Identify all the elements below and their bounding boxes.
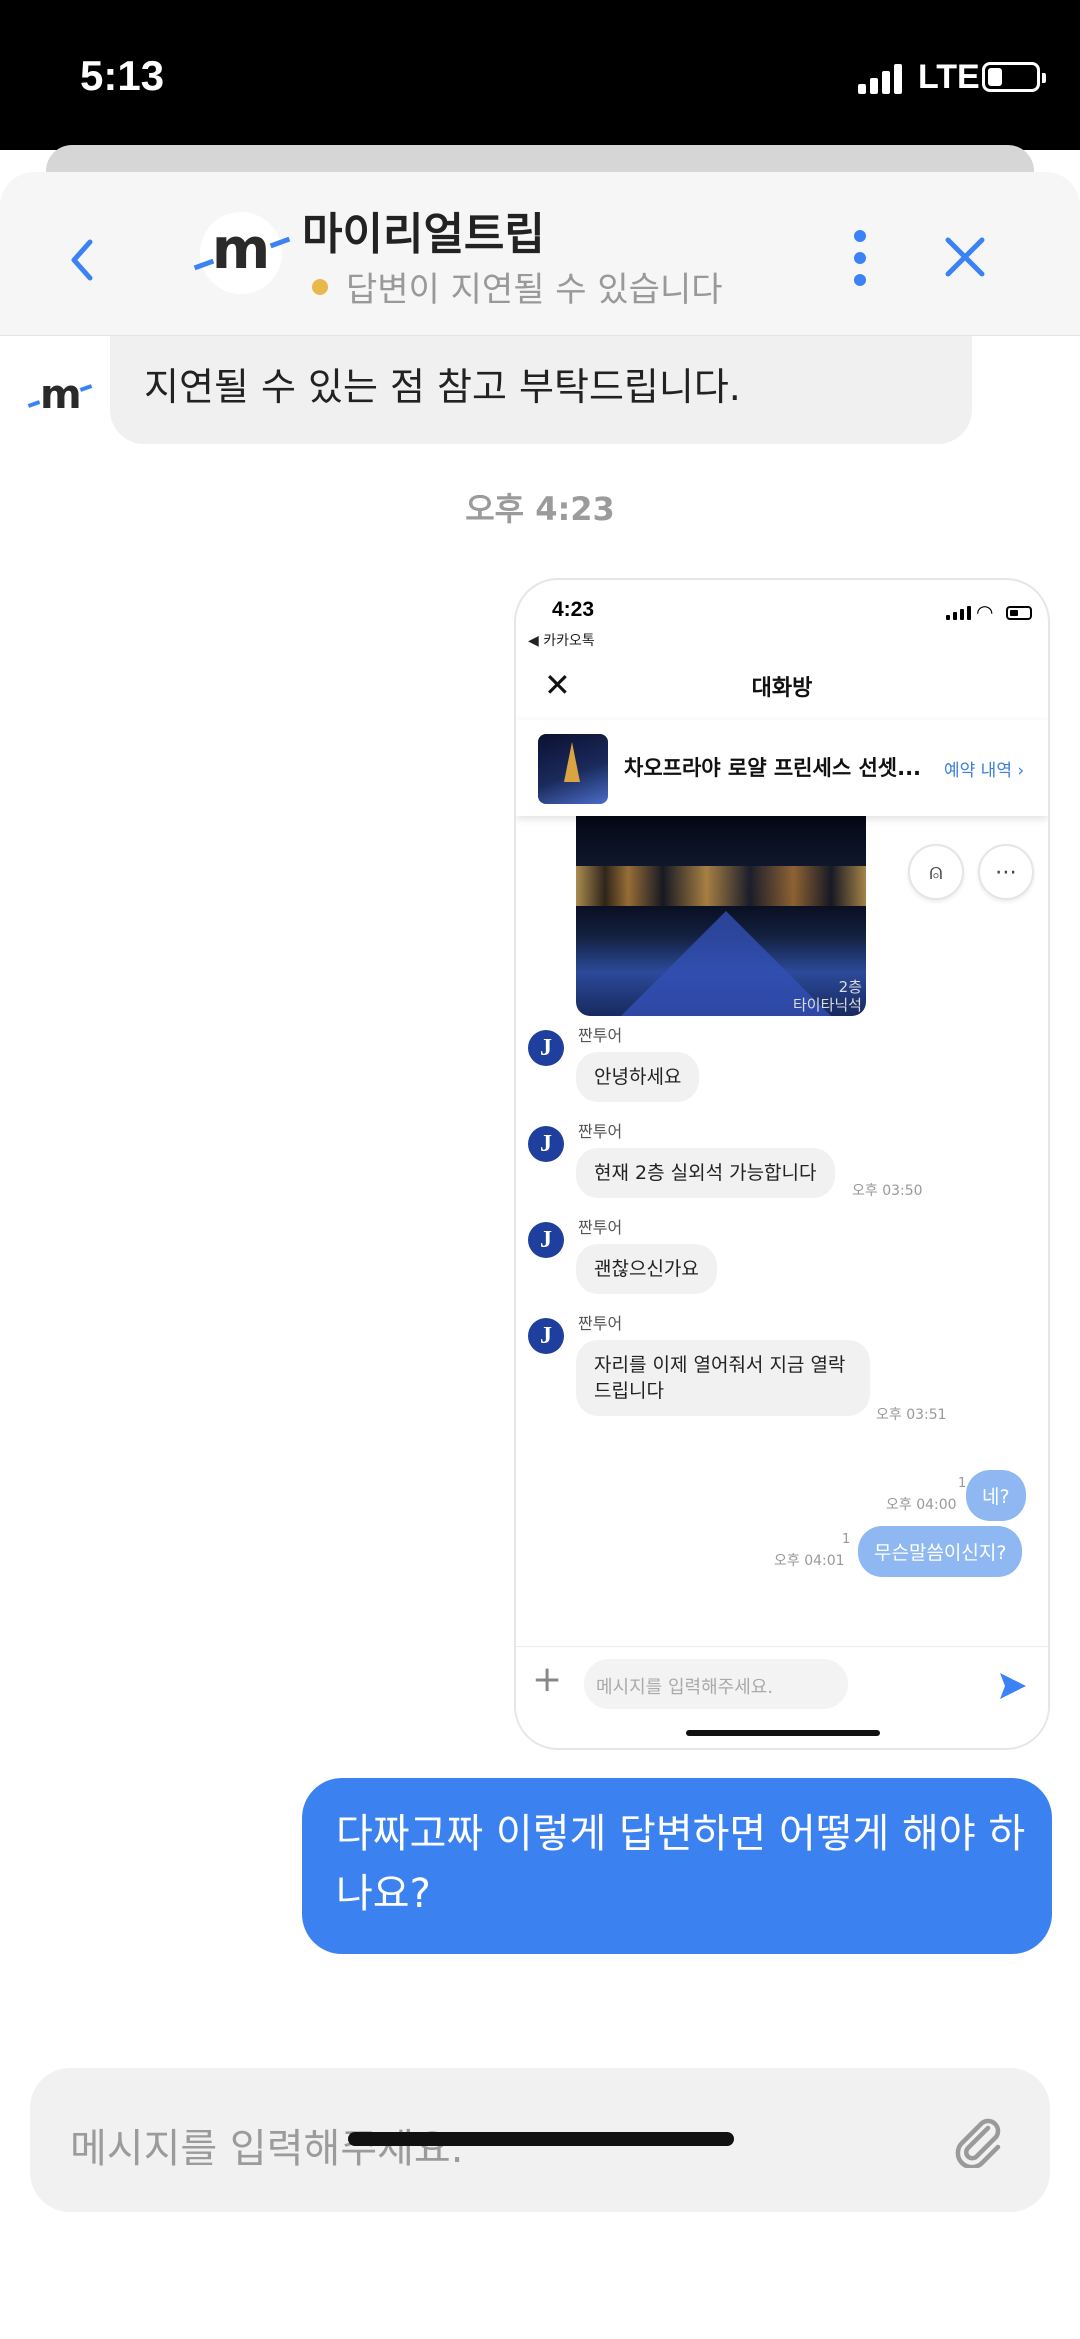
more-options-button[interactable] bbox=[846, 228, 876, 288]
screenshot-signal-icon bbox=[946, 606, 972, 620]
screenshot-send-icon bbox=[1000, 1673, 1026, 1699]
screenshot-message-bubble: 현재 2층 실외석 가능합니다 bbox=[576, 1148, 835, 1198]
chevron-left-icon bbox=[71, 239, 93, 281]
screenshot-message-time: 오후 03:51 bbox=[876, 1407, 947, 1423]
close-button[interactable] bbox=[940, 232, 990, 282]
screenshot-wifi-icon: ◠ bbox=[976, 600, 994, 624]
screenshot-read-count: 1 bbox=[958, 1476, 967, 1491]
avatar-letter: m bbox=[40, 372, 82, 418]
screenshot-input-field: 메시지를 입력해주세요. bbox=[584, 1659, 848, 1709]
status-time: 5:13 bbox=[80, 52, 165, 99]
screenshot-product-name: 차오프라야 로얄 프린세스 선셋... bbox=[624, 756, 922, 780]
screenshot-message-time: 오후 04:01 bbox=[774, 1553, 845, 1569]
network-label: LTE bbox=[918, 58, 980, 96]
more-dot-icon bbox=[854, 230, 866, 242]
screenshot-message-bubble: 안녕하세요 bbox=[576, 1052, 700, 1102]
more-dot-icon bbox=[854, 252, 866, 264]
screenshot-back-app: ◀ 카카오톡 bbox=[528, 633, 595, 649]
screenshot-sender-avatar: J bbox=[528, 1030, 564, 1066]
screenshot-reserve-link: 예약 내역 › bbox=[944, 761, 1025, 781]
screenshot-battery-icon bbox=[1006, 606, 1032, 620]
screenshot-my-message-bubble: 무슨말씀이신지? bbox=[858, 1526, 1023, 1577]
screenshot-sender-name: 짠투어 bbox=[578, 1218, 623, 1237]
bot-message-text: 지연될 수 있는 점 참고 부탁드립니다. bbox=[144, 365, 741, 409]
attached-screenshot-image[interactable]: 4:23 ◀ 카카오톡 ◠ ✕ 대화방 차오프라야 로얄 프린세스 선셋... … bbox=[514, 578, 1050, 1750]
screenshot-sender-avatar: J bbox=[528, 1126, 564, 1162]
user-message-bubble: 다짜고짜 이렇게 답변하면 어떻게 해야 하나요? bbox=[302, 1778, 1052, 1954]
back-button[interactable] bbox=[62, 230, 102, 290]
screenshot-message-time: 오후 04:00 bbox=[886, 1497, 957, 1513]
logo-slash-right bbox=[269, 236, 291, 249]
user-message-text: 다짜고짜 이렇게 답변하면 어떻게 해야 하나요? bbox=[336, 1811, 1026, 1917]
close-icon bbox=[945, 237, 985, 277]
app-logo: m bbox=[193, 212, 291, 294]
screenshot-message-time: 오후 03:50 bbox=[852, 1183, 923, 1199]
screenshot-message-bubble: 자리를 이제 열어줘서 지금 열락드립니다 bbox=[576, 1340, 870, 1416]
screenshot-sender-name: 짠투어 bbox=[578, 1026, 623, 1045]
screenshot-more-icon: ⋯ bbox=[978, 844, 1034, 900]
screenshot-status-time: 4:23 bbox=[552, 598, 595, 621]
screenshot-product-card: 차오프라야 로얄 프린세스 선셋... 예약 내역 › bbox=[516, 720, 1048, 816]
screenshot-sender-name: 짠투어 bbox=[578, 1122, 623, 1141]
screenshot-product-thumbnail bbox=[538, 734, 608, 804]
chat-status: 답변이 지연될 수 있습니다 bbox=[312, 262, 723, 311]
logo-letter: m bbox=[211, 216, 271, 282]
screenshot-photo-label: 2층 타이타닉석 bbox=[792, 978, 862, 1014]
screenshot-message-bubble: 괜찮으신가요 bbox=[576, 1244, 717, 1294]
screenshot-sender-avatar: J bbox=[528, 1318, 564, 1354]
more-dot-icon bbox=[854, 274, 866, 286]
screenshot-sender-avatar: J bbox=[528, 1222, 564, 1258]
battery-icon bbox=[982, 62, 1046, 92]
message-timestamp: 오후 4:23 bbox=[465, 490, 615, 528]
signal-icon bbox=[858, 62, 908, 94]
screenshot-alarm-icon: ⍝ bbox=[908, 844, 964, 900]
chat-subtitle: 답변이 지연될 수 있습니다 bbox=[346, 270, 723, 310]
bot-avatar: m bbox=[27, 372, 98, 422]
paperclip-icon[interactable] bbox=[950, 2112, 1006, 2168]
home-indicator bbox=[348, 2132, 734, 2146]
status-bar: 5:13 LTE bbox=[0, 0, 1080, 150]
screenshot-title: 대화방 bbox=[751, 676, 813, 701]
screenshot-home-indicator bbox=[686, 1730, 880, 1736]
screenshot-read-count: 1 bbox=[842, 1532, 851, 1547]
screenshot-sender-name: 짠투어 bbox=[578, 1314, 623, 1333]
screenshot-my-message-bubble: 네? bbox=[966, 1470, 1026, 1521]
status-dot-icon bbox=[312, 278, 328, 295]
chat-sheet: m 마이리얼트립 답변이 지연될 수 있습니다 지연될 수 있는 점 참고 부탁… bbox=[0, 172, 1080, 2339]
chat-title: 마이리얼트립 bbox=[302, 209, 545, 260]
screenshot-boat-photo: 2층 타이타닉석 bbox=[576, 816, 866, 1016]
chat-header: m 마이리얼트립 답변이 지연될 수 있습니다 bbox=[0, 172, 1080, 336]
avatar-slash-left bbox=[27, 400, 41, 408]
screenshot-plus-icon: + bbox=[532, 1659, 563, 1700]
